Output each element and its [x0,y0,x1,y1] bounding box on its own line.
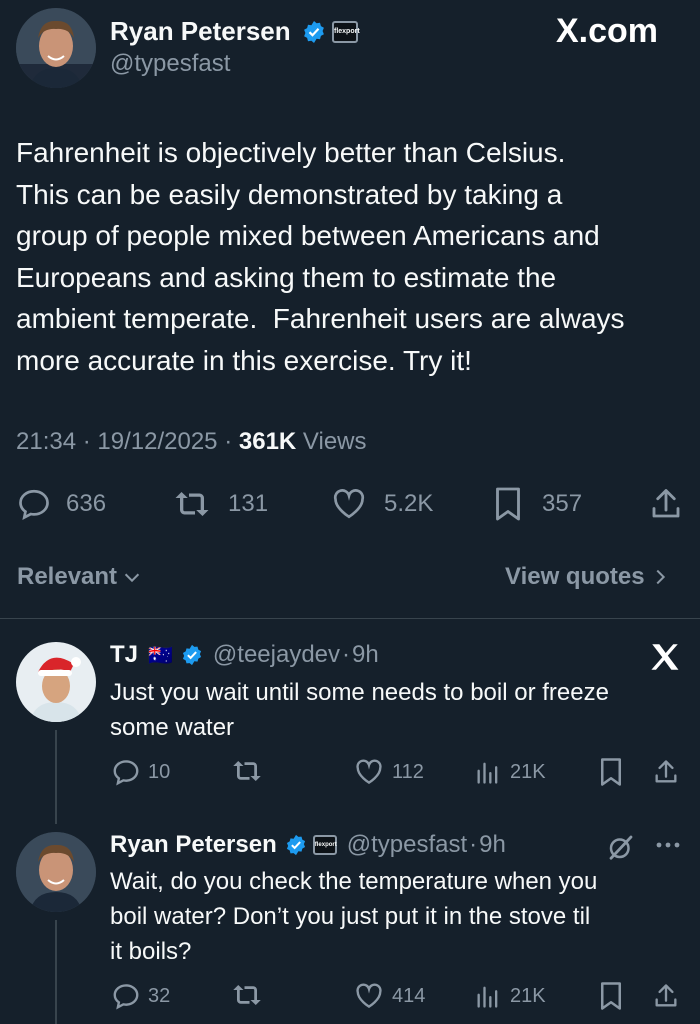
views-count: 21K [510,760,546,783]
reply-avatar-ryan[interactable] [16,832,96,912]
reply-author-name[interactable]: TJ [110,641,138,669]
bookmark-count: 357 [542,490,583,517]
thread-connector [55,920,57,1024]
reply-age[interactable]: 9h [352,641,379,669]
like-count: 414 [392,984,426,1007]
bookmark-icon [601,758,621,786]
org-badge-flexport[interactable]: flexport [332,21,360,43]
reply-header: Ryan Petersen flexport @typesfast · 9h [110,830,506,860]
meta-separator: · [82,428,91,455]
views-button[interactable]: 21K [474,756,546,788]
like-count: 112 [392,760,424,783]
bookmark-button[interactable] [598,981,624,1016]
view-quotes-link[interactable]: View quotes [505,563,671,591]
tweet-time[interactable]: 21:34 [16,428,76,455]
like-button[interactable]: 112 [354,756,424,788]
tweet-date[interactable]: 19/12/2025 [97,428,217,455]
chevron-right-icon [656,569,665,585]
reply-icon [113,760,139,786]
share-button[interactable] [652,757,680,792]
reply-text-line: boil water? Don’t you just put it in the… [110,903,591,930]
thread-connector [55,730,57,824]
section-divider [0,618,700,619]
repost-button[interactable] [230,756,264,791]
reply-handle[interactable]: @typesfast [347,831,467,859]
views-count[interactable]: 361K [239,428,296,455]
reply-count: 32 [148,984,171,1007]
repost-icon [233,761,261,781]
reply-icon [113,984,139,1010]
like-button[interactable]: 414 [354,980,425,1012]
heart-icon [333,489,365,519]
reply-age[interactable]: 9h [479,831,506,859]
reply-button[interactable]: 636 [16,484,106,524]
reply-author-name[interactable]: Ryan Petersen [110,831,277,859]
x-com-watermark: X.com [556,12,659,50]
org-badge-flexport[interactable]: flexport [312,835,337,855]
analytics-icon [477,762,498,784]
tweet-text-line: This can be easily demonstrated by takin… [16,178,563,210]
share-icon [655,760,677,783]
share-icon [652,489,680,518]
views-count: 21K [510,984,546,1007]
sort-label: Relevant [17,563,118,590]
verified-badge-icon [302,20,326,49]
more-options-icon[interactable] [654,830,682,866]
australia-flag-icon: 🇦🇺 [148,644,173,667]
reply-text-line: Just you wait until some needs to boil o… [110,679,609,706]
meta-separator: · [469,831,478,858]
view-quotes-label: View quotes [505,563,645,590]
reply-count: 10 [148,760,171,783]
reply-avatar-tj[interactable] [16,642,96,722]
reply-text-line: Wait, do you check the temperature when … [110,868,598,895]
reply-text: Just you wait until some needs to boil o… [110,675,609,745]
author-avatar[interactable] [16,8,96,88]
views-label: Views [302,428,367,455]
reply-header: TJ 🇦🇺 @teejaydev · 9h [110,640,379,670]
share-button[interactable] [648,486,684,522]
tweet-text-line: Europeans and asking them to estimate th… [16,261,557,293]
tweet-text-line: more accurate in this exercise. Try it! [16,344,472,376]
chevron-down-icon [124,573,140,583]
share-icon [655,984,677,1007]
repost-button[interactable]: 131 [172,484,268,524]
reply-text-line: some water [110,714,235,741]
bookmark-icon [601,982,621,1010]
heart-icon [356,983,382,1009]
reply-text-line: it boils? [110,938,192,965]
heart-icon [356,759,382,785]
reply-button[interactable]: 10 [110,756,170,788]
repost-icon [233,985,261,1005]
reply-button[interactable]: 32 [110,980,170,1012]
tweet-text-line: Fahrenheit is objectively better than Ce… [16,137,566,168]
reply-text: Wait, do you check the temperature when … [110,864,597,969]
sort-dropdown[interactable]: Relevant [17,563,143,591]
like-button[interactable]: 5.2K [330,484,433,524]
verified-badge-icon [285,834,307,856]
repost-icon [175,492,209,516]
reply-icon [19,489,49,521]
repost-count: 131 [228,490,269,517]
reply-count: 636 [66,490,107,517]
tweet-meta: 21:34 · 19/12/2025 · 361K Views [16,428,367,456]
bookmark-icon [496,487,520,521]
tweet-text-line: ambient temperate. Fahrenheit users are … [16,303,625,334]
meta-separator: · [342,641,351,668]
author-handle[interactable]: @typesfast [110,50,230,78]
analytics-icon [477,986,498,1008]
reply-handle[interactable]: @teejaydev [213,641,340,669]
x-logo-icon [648,640,682,674]
tweet-text: Fahrenheit is objectively better than Ce… [16,132,692,381]
meta-separator: · [224,428,233,455]
share-button[interactable] [652,981,680,1016]
grok-icon[interactable] [606,832,636,867]
author-name[interactable]: Ryan Petersen [110,16,291,47]
bookmark-button[interactable] [598,757,624,792]
repost-button[interactable] [230,980,264,1015]
bookmark-button[interactable]: 357 [492,484,582,524]
verified-badge-icon [181,644,203,666]
like-count: 5.2K [384,490,434,517]
tweet-text-line: group of people mixed between Americans … [16,220,600,251]
views-button[interactable]: 21K [474,980,546,1012]
